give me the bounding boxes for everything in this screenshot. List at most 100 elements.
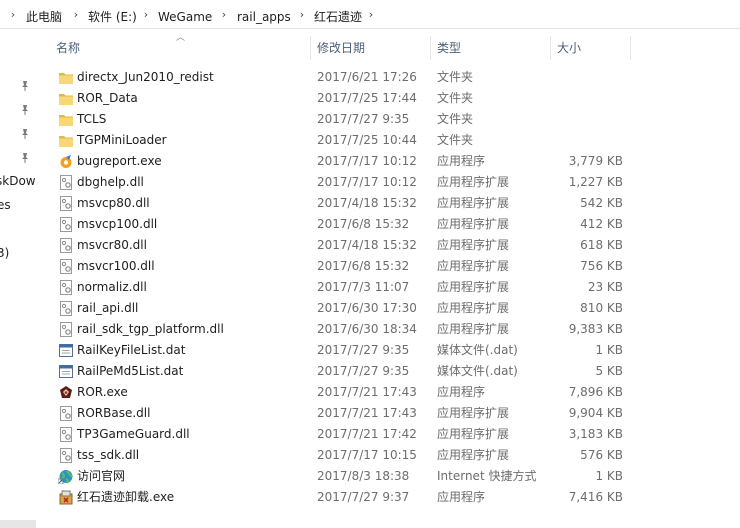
breadcrumb-rail-apps[interactable]: rail_apps [237, 9, 291, 25]
file-type: 应用程序扩展 [437, 406, 510, 420]
file-type: 媒体文件(.dat) [437, 343, 518, 357]
breadcrumb-drive-e[interactable]: 软件 (E:) [88, 9, 137, 25]
file-type: 应用程序 [437, 154, 486, 168]
column-divider[interactable] [310, 36, 311, 60]
column-divider[interactable] [630, 36, 631, 60]
breadcrumb-this-pc[interactable]: 此电脑 [26, 9, 62, 25]
chevron-right-icon[interactable]: › [366, 8, 376, 21]
dat-file-icon [58, 343, 74, 358]
chevron-right-icon[interactable]: › [297, 8, 307, 21]
chevron-right-icon[interactable]: › [71, 8, 81, 21]
file-date: 2017/7/21 17:43 [317, 385, 417, 399]
file-size: 576 KB [580, 448, 623, 462]
file-row[interactable]: bugreport.exe 2017/7/17 10:12 应用程序 3,779 KB [48, 151, 628, 172]
file-type: 应用程序 [437, 385, 486, 399]
file-date: 2017/7/21 17:42 [317, 427, 417, 441]
file-row[interactable]: rail_api.dll 2017/6/30 17:30 应用程序扩展 810 KB [48, 298, 628, 319]
bugreport-app-icon [58, 154, 74, 169]
file-size: 810 KB [580, 301, 623, 315]
file-type: 应用程序扩展 [437, 175, 510, 189]
file-date: 2017/6/8 15:32 [317, 217, 410, 231]
file-size: 756 KB [580, 259, 623, 273]
pin-icon[interactable] [20, 104, 30, 116]
file-type: 文件夹 [437, 70, 474, 84]
dll-file-icon [58, 406, 74, 421]
file-type: 应用程序扩展 [437, 301, 510, 315]
nav-item-downloads[interactable]: skDow [0, 174, 36, 188]
nav-item-drive[interactable]: 3) [0, 246, 9, 260]
file-row[interactable]: 红石遗迹卸载.exe 2017/7/27 9:37 应用程序 7,416 KB [48, 487, 628, 508]
file-type: 应用程序扩展 [437, 322, 510, 336]
file-row[interactable]: RailPeMd5List.dat 2017/7/27 9:35 媒体文件(.dat… [48, 361, 628, 382]
pin-icon[interactable] [20, 128, 30, 140]
address-bar[interactable]: › 此电脑 › 软件 (E:) › WeGame › rail_apps › 红… [0, 0, 740, 32]
file-type: Internet 快捷方式 [437, 469, 537, 483]
chevron-right-icon[interactable]: › [141, 8, 151, 21]
folder-icon [58, 91, 74, 106]
column-divider[interactable] [550, 36, 551, 60]
file-name: directx_Jun2010_redist [77, 70, 214, 84]
file-date: 2017/6/30 17:30 [317, 301, 417, 315]
column-header-type[interactable]: 类型 [437, 36, 461, 60]
file-row[interactable]: msvcp80.dll 2017/4/18 15:32 应用程序扩展 542 KB [48, 193, 628, 214]
file-size: 5 KB [595, 364, 623, 378]
file-date: 2017/6/8 15:32 [317, 259, 410, 273]
file-row[interactable]: TCLS 2017/7/27 9:35 文件夹 [48, 109, 628, 130]
dll-file-icon [58, 175, 74, 190]
navigation-pane[interactable]: skDow es 3) ) [0, 32, 40, 528]
file-date: 2017/7/27 9:35 [317, 343, 410, 357]
file-row[interactable]: 访问官网 2017/8/3 18:38 Internet 快捷方式 1 KB [48, 466, 628, 487]
file-size: 3,183 KB [568, 427, 623, 441]
column-header-size[interactable]: 大小 [557, 36, 581, 60]
file-date: 2017/6/21 17:26 [317, 70, 417, 84]
file-size: 412 KB [580, 217, 623, 231]
pin-icon[interactable] [20, 152, 30, 164]
file-size: 9,904 KB [568, 406, 623, 420]
file-row[interactable]: RORBase.dll 2017/7/21 17:43 应用程序扩展 9,904 KB [48, 403, 628, 424]
chevron-right-icon[interactable]: › [8, 8, 18, 21]
sort-ascending-icon: ︿ [176, 33, 186, 43]
file-row[interactable]: dbghelp.dll 2017/7/17 10:12 应用程序扩展 1,227 KB [48, 172, 628, 193]
file-row[interactable]: directx_Jun2010_redist 2017/6/21 17:26 文件夹 [48, 67, 628, 88]
file-type: 应用程序扩展 [437, 238, 510, 252]
file-row[interactable]: TGPMiniLoader 2017/7/25 10:44 文件夹 [48, 130, 628, 151]
pin-icon[interactable] [20, 80, 30, 92]
file-type: 应用程序扩展 [437, 427, 510, 441]
column-divider[interactable] [430, 36, 431, 60]
file-type: 文件夹 [437, 133, 474, 147]
breadcrumb-wegame[interactable]: WeGame [158, 9, 212, 25]
file-type: 文件夹 [437, 112, 474, 126]
breadcrumb[interactable]: › 此电脑 › 软件 (E:) › WeGame › rail_apps › 红… [0, 4, 740, 29]
file-row[interactable]: tss_sdk.dll 2017/7/17 10:15 应用程序扩展 576 KB [48, 445, 628, 466]
dat-file-icon [58, 364, 74, 379]
file-row[interactable]: msvcr100.dll 2017/6/8 15:32 应用程序扩展 756 KB [48, 256, 628, 277]
file-name: TGPMiniLoader [77, 133, 167, 147]
file-type: 应用程序 [437, 490, 486, 504]
file-size: 1 KB [595, 469, 623, 483]
file-row[interactable]: ROR.exe 2017/7/21 17:43 应用程序 7,896 KB [48, 382, 628, 403]
nav-item-fragment[interactable]: es [0, 198, 11, 212]
column-header-date[interactable]: 修改日期 [317, 36, 365, 60]
file-date: 2017/4/18 15:32 [317, 238, 417, 252]
file-size: 3,779 KB [568, 154, 623, 168]
dll-file-icon [58, 280, 74, 295]
file-name: RORBase.dll [77, 406, 151, 420]
horizontal-scrollbar[interactable] [0, 520, 36, 528]
column-header-name[interactable]: 名称 [56, 36, 80, 60]
file-row[interactable]: normaliz.dll 2017/7/3 11:07 应用程序扩展 23 KB [48, 277, 628, 298]
file-name: bugreport.exe [77, 154, 162, 168]
file-row[interactable]: msvcp100.dll 2017/6/8 15:32 应用程序扩展 412 KB [48, 214, 628, 235]
file-date: 2017/7/27 9:35 [317, 112, 410, 126]
file-row[interactable]: msvcr80.dll 2017/4/18 15:32 应用程序扩展 618 KB [48, 235, 628, 256]
file-size: 1,227 KB [568, 175, 623, 189]
breadcrumb-current-folder[interactable]: 红石遗迹 [314, 9, 362, 25]
file-name: RailPeMd5List.dat [77, 364, 184, 378]
file-name: dbghelp.dll [77, 175, 144, 189]
chevron-right-icon[interactable]: › [219, 8, 229, 21]
file-row[interactable]: rail_sdk_tgp_platform.dll 2017/6/30 18:34… [48, 319, 628, 340]
file-row[interactable]: TP3GameGuard.dll 2017/7/21 17:42 应用程序扩展 3,1… [48, 424, 628, 445]
nav-item-drive[interactable]: ) [0, 480, 1, 494]
file-type: 媒体文件(.dat) [437, 364, 518, 378]
file-row[interactable]: RailKeyFileList.dat 2017/7/27 9:35 媒体文件(.d… [48, 340, 628, 361]
file-row[interactable]: ROR_Data 2017/7/25 17:44 文件夹 [48, 88, 628, 109]
